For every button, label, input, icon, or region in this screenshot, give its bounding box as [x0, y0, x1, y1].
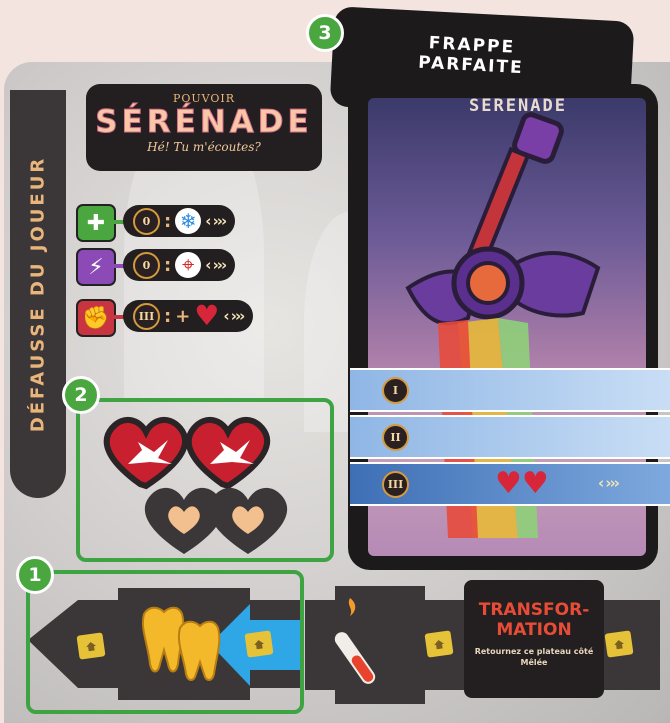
plus-sign: +: [175, 305, 191, 327]
level-coin-icon: III: [382, 471, 409, 498]
empty-heart-slot-icon: [208, 487, 288, 554]
scroll-icon: [604, 630, 634, 658]
cost-separator: :: [164, 254, 172, 276]
card-level-bar-3: III ♥♥ ‹ ›››: [350, 462, 670, 506]
cost-coin-icon: 0: [133, 207, 160, 235]
power-quote: Hé! Tu m'écoutes?: [147, 140, 261, 154]
broken-heart-icon: [185, 416, 271, 490]
action-row-lightning[interactable]: ⚡ 0 : ⌖ ‹ ›››: [76, 247, 336, 286]
plus-icon: ✚: [76, 204, 116, 242]
cost-separator: :: [164, 305, 172, 327]
broken-heart-icon: ♥: [194, 299, 220, 332]
empty-heart-slot-icon: [144, 487, 224, 554]
card-level-bar-1: I: [350, 368, 670, 412]
range-arrows-icon: ‹ ›››: [598, 474, 620, 492]
cost-separator: :: [164, 210, 172, 232]
step-badge-3: 3: [306, 14, 344, 52]
cost-coin-icon: III: [133, 302, 160, 330]
range-arrows-icon: ‹ ›››: [223, 307, 245, 325]
potion-icon: [334, 598, 376, 684]
player-discard-label: DÉFAUSSE DU JOUEUR: [27, 155, 49, 433]
range-arrows-icon: ‹ ›››: [205, 212, 227, 230]
cost-coin-icon: 0: [133, 251, 160, 279]
card-level-bar-2: II: [350, 415, 670, 459]
step-badge-1: 1: [16, 556, 54, 594]
action-pill: III : + ♥ ‹ ›››: [123, 299, 254, 332]
action-pill: 0 : ❄ ‹ ›››: [123, 205, 236, 237]
snowflake-icon: ❄: [175, 208, 202, 234]
crosshair-icon: ⌖: [175, 252, 202, 278]
lightning-icon: ⚡: [76, 248, 116, 286]
range-arrows-icon: ‹ ›››: [205, 256, 227, 274]
back-card-title: FRAPPE PARFAITE: [417, 33, 525, 79]
track-zone: [26, 570, 304, 714]
broken-heart-icon: [103, 416, 189, 490]
transformation-subtitle: Retournez ce plateau côté Mêlée: [474, 647, 594, 667]
power-title-box: POUVOIR SÉRÉNADE Hé! Tu m'écoutes?: [86, 84, 322, 171]
level-coin-icon: II: [382, 424, 409, 451]
transformation-title: TRANSFOR-MATION: [478, 600, 590, 640]
hearts-group: [103, 416, 288, 554]
player-discard-panel: DÉFAUSSE DU JOUEUR: [10, 90, 66, 498]
action-pill: 0 : ⌖ ‹ ›››: [123, 249, 236, 281]
card-title: SERENADE: [469, 96, 567, 116]
power-name: SÉRÉNADE: [95, 104, 313, 141]
step-badge-2: 2: [62, 376, 100, 414]
broken-heart-icon: ♥♥: [495, 466, 549, 501]
scroll-icon: [424, 630, 454, 658]
action-row-plus[interactable]: ✚ 0 : ❄ ‹ ›››: [76, 203, 336, 242]
transformation-box[interactable]: TRANSFOR-MATION Retournez ce plateau côt…: [464, 580, 604, 698]
level-coin-icon: I: [382, 377, 409, 404]
fist-icon: ✊: [76, 299, 116, 337]
action-row-fist[interactable]: ✊ III : + ♥ ‹ ›››: [76, 298, 336, 337]
